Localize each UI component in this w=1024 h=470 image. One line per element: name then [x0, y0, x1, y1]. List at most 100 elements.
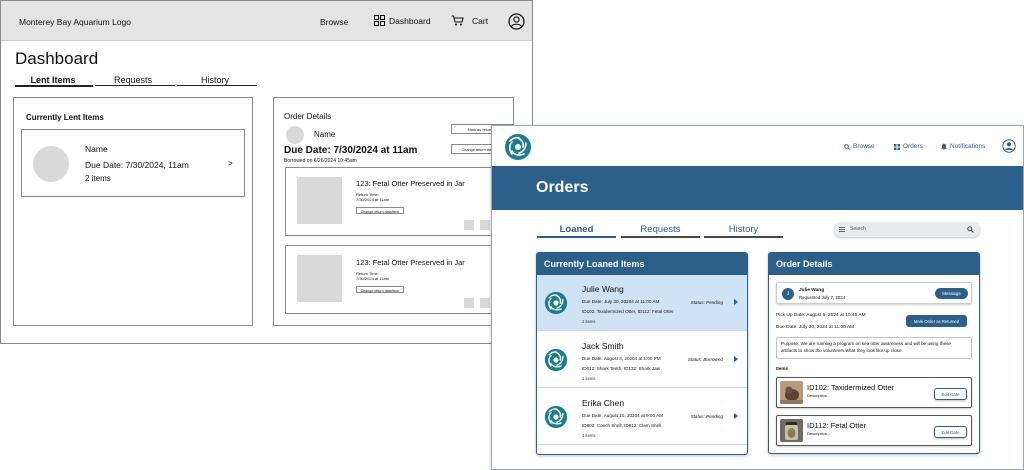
item-description: Description... [807, 431, 831, 436]
hifi-orders-page: Browse Orders Notifications Orders Loane… [491, 125, 1024, 470]
loan-row[interactable]: Julie Wang Due Date: July 30, 20204 at 1… [537, 275, 747, 331]
loan-status: Status: Pending [690, 300, 723, 305]
requester-name: Name [314, 130, 336, 139]
loan-count: 2 items [582, 319, 596, 324]
nav-orders-label: Orders [903, 143, 923, 150]
pickup-date: Pick Up Date: August 6, 2024 at 10:45 AM [776, 313, 866, 318]
nav-notifications[interactable]: Notifications [941, 143, 985, 150]
aquarium-logo-icon[interactable] [504, 133, 532, 161]
tab-underline [621, 236, 700, 238]
nav-browse[interactable]: Browse [844, 143, 875, 150]
loan-name: Jack Smith [582, 341, 624, 351]
nav-dashboard-label: Dashboard [389, 15, 431, 26]
search-input[interactable]: Search [834, 222, 980, 237]
nav-browse-label: Browse [320, 17, 349, 27]
loan-status: Status: Pending [690, 414, 723, 419]
chevron-right-icon[interactable] [734, 299, 738, 305]
change-return-button[interactable]: Change return date/time [356, 207, 404, 214]
tab-requests[interactable]: Requests [93, 75, 173, 85]
edit-date-button[interactable]: Edit Date [934, 388, 967, 400]
icon-placeholder[interactable] [464, 298, 474, 308]
tab-underline [704, 236, 783, 238]
logo-placeholder[interactable]: Monterey Bay Aquarium Logo [19, 17, 131, 27]
loan-items: ID102: Taxidermized Otter, ID112: Fetal … [582, 309, 674, 314]
order-item-card: 123: Fetal Otter Preserved in Jar Return… [285, 245, 493, 314]
tab-history[interactable]: History [704, 224, 783, 235]
change-return-button[interactable]: Change return date/time [356, 286, 404, 293]
panel-title: Currently Loaned Items [537, 253, 747, 275]
bell-icon [941, 143, 947, 150]
nav-dashboard[interactable]: Dashboard [374, 15, 431, 26]
search-icon[interactable] [967, 226, 974, 233]
wireframe-dashboard: Monterey Bay Aquarium Logo Browse Dashbo… [0, 0, 533, 344]
due-date: Due Date: 7/30/2024 at 11am [284, 145, 418, 156]
nav-browse[interactable]: Browse [320, 17, 348, 27]
loan-count: 1 items [582, 376, 596, 381]
panel-title: Currently Lent Items [26, 113, 104, 122]
tab-loaned[interactable]: Loaned [537, 224, 616, 235]
loan-due-date: Due Date: August 3, 20204 at 1:00 PM [582, 356, 661, 361]
loan-items: ID012: Shark Teeth, ID132: Shark Jaw [582, 366, 661, 371]
panel-title: Order Details [769, 253, 979, 275]
return-time-value: 7/30/2024 at 11am [356, 276, 390, 281]
lent-item-card[interactable]: Name Due Date: 7/30/2024, 11am 2 items > [21, 129, 245, 197]
order-item-card: ID102: Taxidermized Otter Description...… [776, 377, 972, 408]
edit-date-button[interactable]: Edit Date [934, 426, 967, 438]
order-item-card: ID112: Fetal Otter Description... Edit D… [776, 415, 972, 446]
loan-due-date: Due Date: August 10, 20204 at 9:00 AM [582, 413, 663, 418]
chevron-right-icon[interactable] [734, 413, 738, 419]
chevron-right-icon[interactable]: > [228, 159, 233, 168]
nav-cart[interactable]: Cart [451, 15, 488, 26]
order-details-panel: Order Details Name Mark as returned Chan… [273, 97, 514, 326]
page-title: Dashboard [15, 49, 99, 68]
borrowed-on: Borrowed on 6/26/2024 10:45am [284, 158, 357, 164]
tab-underline-active [537, 236, 616, 238]
item-image-placeholder [297, 177, 342, 224]
loan-items: ID902: Conch Shell, ID912: Clam Shell [582, 423, 662, 428]
nav-orders[interactable]: Orders [894, 143, 923, 150]
search-icon [844, 143, 850, 150]
item-description: Description... [807, 393, 831, 398]
grid-icon [374, 15, 385, 26]
icon-placeholder[interactable] [480, 298, 490, 308]
aquarium-logo-icon [544, 291, 568, 315]
card-name: Name [85, 144, 108, 154]
message-button[interactable]: Message [935, 288, 968, 299]
otter-photo-icon [780, 381, 803, 404]
item-title: 123: Fetal Otter Preserved in Jar [356, 179, 465, 188]
item-title: 123: Fetal Otter Preserved in Jar [356, 258, 465, 267]
loan-row[interactable]: Erika Chen Due Date: August 10, 20204 at… [537, 389, 747, 445]
user-avatar-icon[interactable] [508, 13, 525, 30]
grid-icon [894, 143, 900, 150]
top-nav: Browse Orders Notifications [492, 126, 1023, 166]
item-name: ID112: Fetal Otter [807, 421, 867, 430]
lent-items-panel: Currently Lent Items Name Due Date: 7/30… [13, 97, 253, 326]
requester-name: Julie Wang [799, 288, 825, 293]
card-due-date: Due Date: 7/30/2024, 11am [85, 160, 189, 170]
tab-lent-items[interactable]: Lent Items [13, 75, 93, 85]
loan-count: 4 items [582, 433, 596, 438]
wireframe-header: Monterey Bay Aquarium Logo Browse Dashbo… [1, 1, 532, 41]
page-title: Orders [536, 179, 589, 196]
avatar: J [782, 288, 794, 300]
jar-photo-icon [780, 419, 803, 442]
due-date: Due Date: July 30, 2024 at 11:00 AM [776, 325, 855, 330]
tab-requests[interactable]: Requests [621, 224, 700, 235]
tab-history[interactable]: History [175, 75, 255, 85]
loaned-items-panel: Currently Loaned Items Julie Wang Due Da… [536, 252, 748, 455]
panel-title: Order Details [284, 112, 332, 121]
aquarium-logo-icon [544, 405, 568, 429]
chevron-right-icon[interactable] [734, 356, 738, 362]
tab-underline [95, 85, 175, 86]
loan-row[interactable]: Jack Smith Due Date: August 3, 20204 at … [537, 332, 747, 388]
icon-placeholder[interactable] [480, 220, 490, 230]
cart-icon [451, 15, 464, 26]
return-time-value: 7/30/2024 at 11am [356, 197, 390, 202]
user-avatar-icon[interactable] [1002, 139, 1016, 153]
card-item-count: 2 items [85, 174, 111, 183]
mark-returned-button[interactable]: Mark Order as Returned [906, 315, 967, 327]
items-label: Items [776, 366, 789, 371]
nav-cart-label: Cart [472, 15, 489, 26]
icon-placeholder[interactable] [464, 220, 474, 230]
loan-name: Erika Chen [582, 398, 625, 408]
